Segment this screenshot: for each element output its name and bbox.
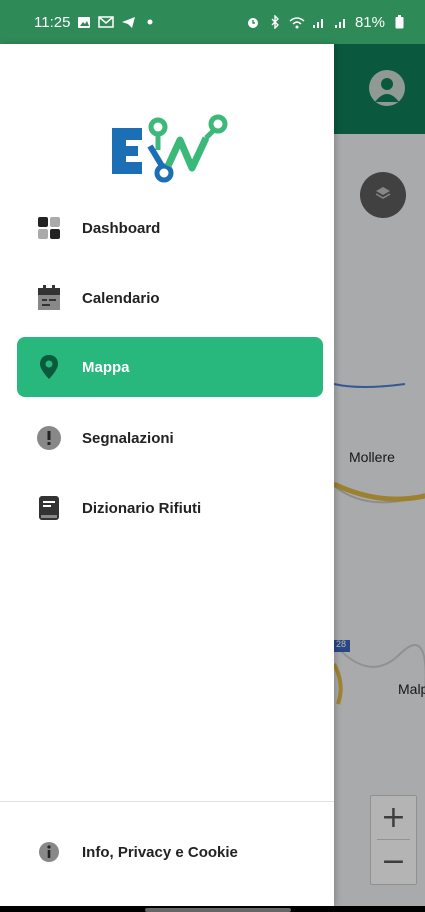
gmail-icon bbox=[98, 15, 115, 29]
wifi-icon bbox=[289, 15, 305, 29]
nav-item-calendario[interactable]: Calendario bbox=[17, 268, 323, 328]
nav-item-dashboard[interactable]: Dashboard bbox=[17, 198, 323, 258]
signal-icon bbox=[311, 15, 327, 29]
bluetooth-icon bbox=[267, 15, 283, 29]
battery-percent: 81% bbox=[354, 13, 385, 31]
map-pin-icon bbox=[35, 353, 63, 381]
dashboard-icon bbox=[35, 214, 63, 242]
home-gesture-pill[interactable] bbox=[145, 908, 291, 912]
navigation-drawer: Dashboard Calendario Mappa Segnalazioni … bbox=[0, 44, 334, 906]
nav-item-mappa[interactable]: Mappa bbox=[17, 337, 323, 397]
book-icon bbox=[35, 494, 63, 522]
drawer-divider bbox=[0, 801, 334, 802]
info-icon bbox=[35, 838, 63, 866]
system-nav-bar bbox=[0, 906, 425, 912]
nav-label: Segnalazioni bbox=[82, 429, 174, 447]
status-time: 11:25 bbox=[34, 13, 71, 31]
battery-icon bbox=[391, 15, 407, 29]
alarm-icon bbox=[245, 15, 261, 29]
nav-label: Dizionario Rifiuti bbox=[82, 499, 202, 517]
image-icon bbox=[76, 15, 92, 29]
alert-icon bbox=[35, 424, 63, 452]
nav-item-segnalazioni[interactable]: Segnalazioni bbox=[17, 408, 323, 468]
nav-label: Info, Privacy e Cookie bbox=[82, 843, 238, 861]
nav-item-info-privacy[interactable]: Info, Privacy e Cookie bbox=[17, 824, 323, 880]
status-bar: 11:25 81% bbox=[0, 0, 425, 44]
nav-label: Calendario bbox=[82, 289, 160, 307]
nav-label: Dashboard bbox=[82, 219, 161, 237]
dot-icon bbox=[142, 15, 158, 29]
signal-icon bbox=[333, 15, 349, 29]
calendar-icon bbox=[35, 284, 63, 312]
nav-item-dizionario-rifiuti[interactable]: Dizionario Rifiuti bbox=[17, 478, 323, 538]
app-logo bbox=[106, 110, 236, 190]
telegram-icon bbox=[120, 15, 136, 29]
nav-label: Mappa bbox=[82, 358, 130, 376]
